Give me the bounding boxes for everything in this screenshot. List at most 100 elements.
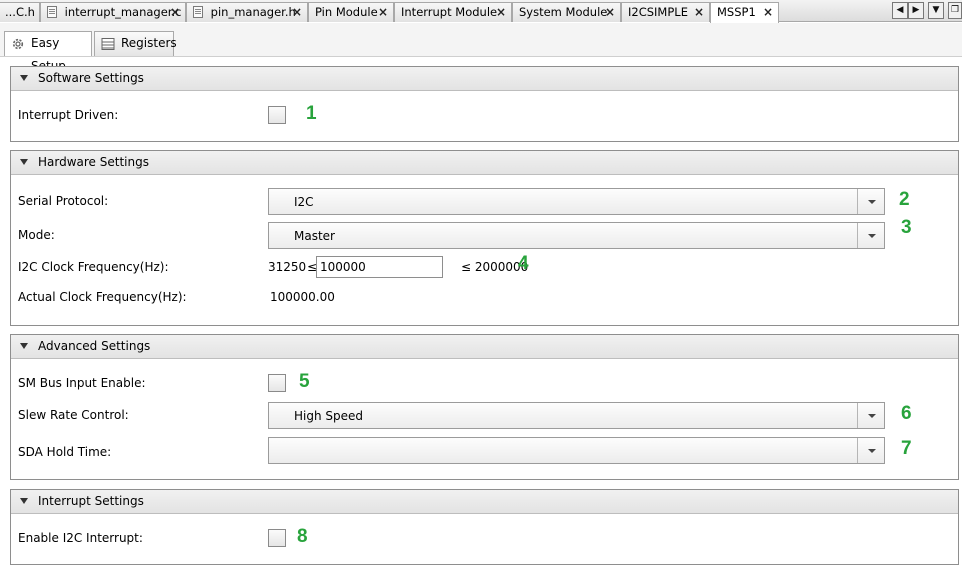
tab-label: Pin Module: [315, 5, 378, 19]
tab-interrupt-manager-c[interactable]: interrupt_manager.c ×: [40, 2, 186, 22]
annotation-marker: 4: [518, 253, 529, 274]
annotation-marker: 7: [901, 438, 912, 459]
slew-rate-control-row: Slew Rate Control: High Speed 6: [11, 401, 958, 431]
tab-label: pin_manager.h: [210, 5, 296, 19]
tab-label: ...C.h: [5, 5, 35, 19]
annotation-marker: 8: [297, 526, 308, 547]
tab-registers[interactable]: Registers: [94, 31, 177, 56]
i2c-clock-frequency-row: I2C Clock Frequency(Hz): 31250 ≤ ≤ 20000…: [11, 253, 958, 283]
software-settings-section: Software Settings Interrupt Driven: 1: [10, 66, 959, 142]
collapse-triangle-icon: [20, 498, 28, 504]
hardware-settings-section: Hardware Settings Serial Protocol: I2C 2…: [10, 150, 959, 326]
slew-rate-control-select[interactable]: High Speed: [268, 402, 885, 429]
source-file-icon: [47, 6, 57, 18]
tab-interrupt-module[interactable]: Interrupt Module ×: [394, 2, 512, 22]
interrupt-settings-section: Interrupt Settings Enable I2C Interrupt:…: [10, 489, 959, 565]
tab-i2csimple[interactable]: I2CSIMPLE ×: [621, 2, 710, 22]
tab-label: I2CSIMPLE: [628, 5, 688, 19]
advanced-settings-section: Advanced Settings SM Bus Input Enable: 5…: [10, 334, 959, 480]
close-icon[interactable]: ×: [605, 3, 615, 22]
tab-easy-setup[interactable]: Easy Setup: [4, 31, 92, 73]
actual-clock-frequency-value: 100000.00: [270, 290, 335, 304]
interrupt-driven-row: Interrupt Driven: 1: [11, 101, 958, 131]
smbus-input-enable-checkbox[interactable]: [268, 374, 286, 392]
tab-label: interrupt_manager.c: [64, 5, 182, 19]
mode-select[interactable]: Master: [268, 222, 885, 249]
section-title: Advanced Settings: [38, 339, 151, 353]
interrupt-driven-label: Interrupt Driven:: [18, 108, 119, 122]
smbus-input-enable-row: SM Bus Input Enable: 5: [11, 369, 958, 399]
tab-pin-module[interactable]: Pin Module ×: [308, 2, 394, 22]
annotation-marker: 5: [299, 371, 310, 392]
selected-value: High Speed: [294, 409, 364, 423]
tab-label: System Module: [519, 5, 608, 19]
section-header[interactable]: Interrupt Settings: [11, 490, 958, 514]
sda-hold-time-select[interactable]: [268, 437, 885, 464]
interrupt-driven-checkbox[interactable]: [268, 106, 286, 124]
section-header[interactable]: Hardware Settings: [11, 151, 958, 175]
annotation-marker: 6: [901, 403, 912, 424]
scroll-tabs-left-button[interactable]: ◀: [892, 2, 908, 19]
tab-list-menu-button[interactable]: ▼: [928, 2, 944, 19]
serial-protocol-select[interactable]: I2C: [268, 188, 885, 215]
annotation-marker: 3: [901, 217, 912, 238]
section-header[interactable]: Advanced Settings: [11, 335, 958, 359]
chevron-left-icon: ◀: [896, 5, 904, 15]
i2c-clock-frequency-input[interactable]: [316, 256, 443, 278]
scroll-tabs-right-button[interactable]: ▶: [908, 2, 924, 19]
close-icon[interactable]: ×: [170, 3, 180, 22]
collapse-triangle-icon: [20, 159, 28, 165]
enable-i2c-interrupt-label: Enable I2C Interrupt:: [18, 531, 143, 545]
serial-protocol-label: Serial Protocol:: [18, 194, 109, 208]
tab-system-module[interactable]: System Module ×: [512, 2, 621, 22]
view-switcher-bar: Easy Setup Registers: [0, 23, 962, 73]
chevron-right-icon: ▶: [912, 5, 920, 15]
section-title: Interrupt Settings: [38, 494, 144, 508]
chevron-down-icon[interactable]: [857, 438, 884, 463]
tab-label: Interrupt Module: [401, 5, 498, 19]
editor-tab-strip: ...C.h interrupt_manager.c × pin_manager…: [0, 0, 962, 23]
collapse-triangle-icon: [20, 343, 28, 349]
section-title: Hardware Settings: [38, 155, 149, 169]
tab-label: MSSP1: [717, 5, 756, 19]
selected-value: Master: [294, 229, 335, 243]
annotation-marker: 2: [899, 189, 910, 210]
actual-clock-frequency-label: Actual Clock Frequency(Hz):: [18, 290, 187, 304]
slew-rate-control-label: Slew Rate Control:: [18, 408, 129, 422]
section-header[interactable]: Software Settings: [11, 67, 958, 91]
tab-label: Registers: [121, 36, 177, 50]
restore-window-button[interactable]: ❐: [948, 2, 962, 19]
actual-clock-frequency-row: Actual Clock Frequency(Hz): 100000.00: [11, 283, 958, 313]
close-icon[interactable]: ×: [694, 3, 704, 22]
tab-pin-manager-h[interactable]: pin_manager.h ×: [186, 2, 308, 22]
close-icon[interactable]: ×: [763, 3, 773, 22]
enable-i2c-interrupt-checkbox[interactable]: [268, 529, 286, 547]
tab-c-header[interactable]: ...C.h: [0, 2, 40, 22]
enable-i2c-interrupt-row: Enable I2C Interrupt: 8: [11, 524, 958, 554]
tab-navigation: ◀ ▶ ▼ ❐: [890, 2, 962, 20]
sda-hold-time-label: SDA Hold Time:: [18, 445, 112, 459]
close-icon[interactable]: ×: [496, 3, 506, 22]
serial-protocol-row: Serial Protocol: I2C 2: [11, 187, 958, 217]
tab-mssp1[interactable]: MSSP1 ×: [710, 2, 779, 23]
selected-value: I2C: [294, 195, 314, 209]
mode-label: Mode:: [18, 228, 55, 242]
smbus-input-enable-label: SM Bus Input Enable:: [18, 376, 146, 390]
annotation-marker: 1: [306, 103, 317, 124]
chevron-down-icon[interactable]: [857, 189, 884, 214]
chevron-down-icon: ▼: [932, 5, 940, 15]
section-title: Software Settings: [38, 71, 144, 85]
source-file-icon: [193, 6, 203, 18]
clock-min-value: 31250: [268, 260, 307, 274]
chevron-down-icon[interactable]: [857, 403, 884, 428]
close-icon[interactable]: ×: [378, 3, 388, 22]
i2c-clock-frequency-label: I2C Clock Frequency(Hz):: [18, 260, 169, 274]
restore-window-icon: ❐: [950, 5, 960, 15]
mode-row: Mode: Master 3: [11, 217, 958, 251]
register-table-icon: [101, 38, 115, 50]
collapse-triangle-icon: [20, 75, 28, 81]
sda-hold-time-row: SDA Hold Time: 7: [11, 436, 958, 466]
chevron-down-icon[interactable]: [857, 223, 884, 248]
close-icon[interactable]: ×: [292, 3, 302, 22]
gear-icon: [12, 38, 24, 50]
